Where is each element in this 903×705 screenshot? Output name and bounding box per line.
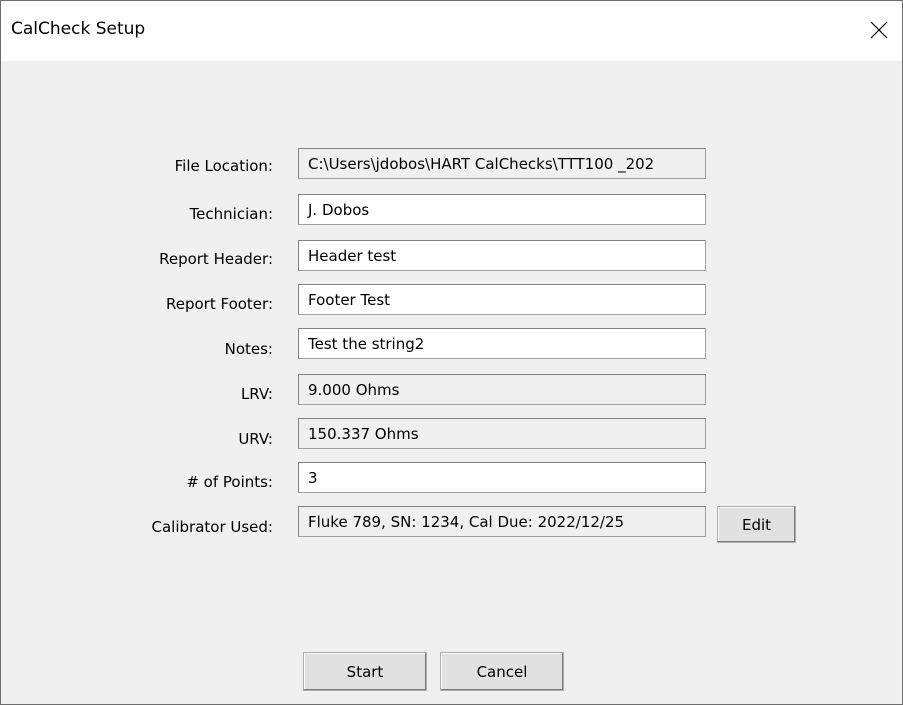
calcheck-setup-dialog: CalCheck Setup File Location: C:\Users\j…	[0, 0, 903, 705]
start-button-label: Start	[346, 663, 384, 681]
calibrator-field: Fluke 789, SN: 1234, Cal Due: 2022/12/25	[298, 506, 706, 537]
urv-label: URV:	[238, 430, 273, 448]
close-icon	[870, 21, 888, 39]
file-location-field[interactable]: C:\Users\jdobos\HART CalChecks\TTT100 _2…	[298, 148, 706, 179]
cancel-button-label: Cancel	[476, 663, 528, 681]
cancel-button[interactable]: Cancel	[440, 652, 564, 691]
report-header-input[interactable]: Header test	[298, 240, 706, 271]
close-button[interactable]	[856, 1, 902, 61]
report-footer-input[interactable]: Footer Test	[298, 284, 706, 315]
edit-button-label: Edit	[741, 516, 772, 534]
lrv-label: LRV:	[240, 385, 273, 403]
start-button[interactable]: Start	[303, 652, 427, 691]
num-points-label: # of Points:	[186, 473, 273, 491]
notes-input[interactable]: Test the string2	[298, 328, 706, 359]
window-title: CalCheck Setup	[11, 19, 146, 39]
report-header-label: Report Header:	[159, 250, 273, 268]
technician-label: Technician:	[189, 205, 273, 223]
file-location-label: File Location:	[174, 157, 273, 175]
report-footer-label: Report Footer:	[165, 295, 273, 313]
notes-label: Notes:	[224, 340, 273, 358]
num-points-input[interactable]: 3	[298, 462, 706, 493]
edit-calibrator-button[interactable]: Edit	[717, 506, 796, 543]
title-bar: CalCheck Setup	[1, 1, 902, 61]
urv-field: 150.337 Ohms	[298, 418, 706, 449]
lrv-field: 9.000 Ohms	[298, 374, 706, 405]
technician-input[interactable]: J. Dobos	[298, 194, 706, 225]
calibrator-label: Calibrator Used:	[151, 518, 273, 536]
